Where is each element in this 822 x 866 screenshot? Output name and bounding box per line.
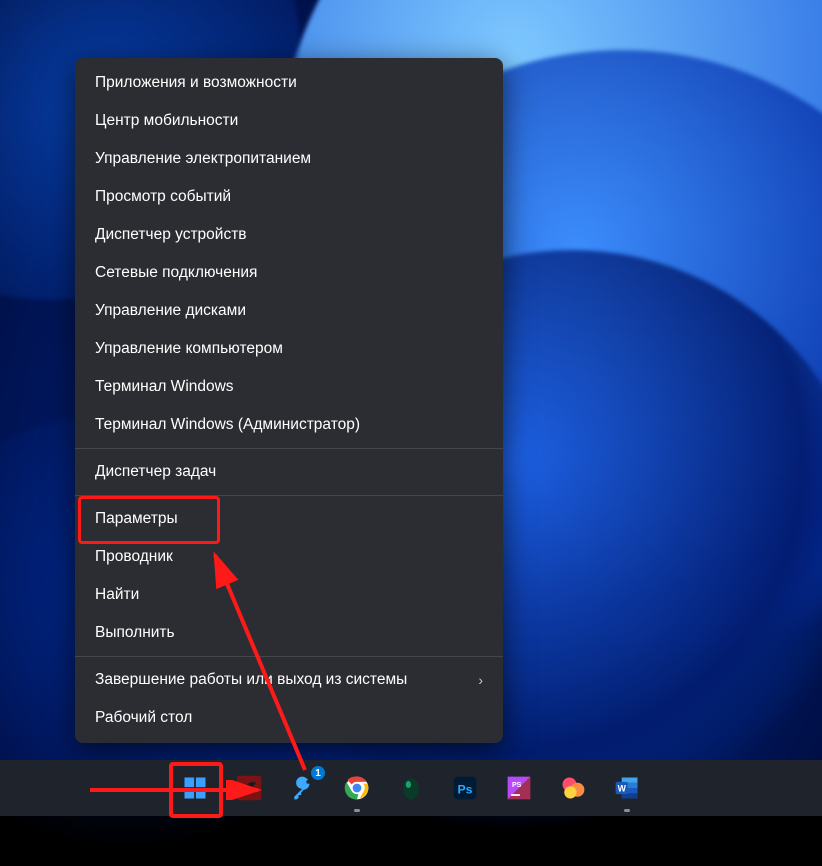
menu-item-завершение-работы-или-выход-из-системы[interactable]: Завершение работы или выход из системы ›: [75, 661, 503, 699]
menu-item-приложения-и-возможности[interactable]: Приложения и возможности: [75, 64, 503, 102]
menu-item-параметры[interactable]: Параметры: [75, 500, 503, 538]
chrome-icon: [343, 774, 371, 802]
menu-item-label: Терминал Windows (Администратор): [95, 416, 360, 434]
phpstorm-app[interactable]: PS: [499, 768, 539, 808]
menu-item-диспетчер-задач[interactable]: Диспетчер задач: [75, 453, 503, 491]
emerald-app[interactable]: [391, 768, 431, 808]
menu-item-label: Просмотр событий: [95, 188, 231, 206]
menu-item-label: Терминал Windows: [95, 378, 234, 396]
menu-item-label: Центр мобильности: [95, 112, 238, 130]
word-app[interactable]: W: [607, 768, 647, 808]
badge: 1: [311, 766, 325, 780]
menu-item-label: Диспетчер устройств: [95, 226, 247, 244]
menu-item-label: Управление компьютером: [95, 340, 283, 358]
menu-item-терминал-windows-(администратор)[interactable]: Терминал Windows (Администратор): [75, 406, 503, 444]
taskbar: 1 Ps PS W: [0, 760, 822, 816]
photoshop-icon: Ps: [451, 774, 479, 802]
svg-text:Ps: Ps: [458, 782, 473, 796]
menu-item-label: Управление электропитанием: [95, 150, 311, 168]
running-indicator: [624, 809, 630, 812]
menu-item-рабочий-стол[interactable]: Рабочий стол: [75, 699, 503, 737]
menu-item-label: Завершение работы или выход из системы: [95, 671, 407, 689]
running-indicator: [354, 809, 360, 812]
svg-text:PS: PS: [512, 782, 522, 789]
menu-divider: [75, 448, 503, 449]
menu-item-label: Диспетчер задач: [95, 463, 216, 481]
menu-item-label: Проводник: [95, 548, 173, 566]
menu-item-управление-компьютером[interactable]: Управление компьютером: [75, 330, 503, 368]
figma-app[interactable]: [553, 768, 593, 808]
menu-item-label: Найти: [95, 586, 139, 604]
menu-item-найти[interactable]: Найти: [75, 576, 503, 614]
passwords-app[interactable]: 1: [283, 768, 323, 808]
menu-item-label: Приложения и возможности: [95, 74, 297, 92]
menu-item-терминал-windows[interactable]: Терминал Windows: [75, 368, 503, 406]
menu-item-проводник[interactable]: Проводник: [75, 538, 503, 576]
egg-icon: [397, 774, 425, 802]
menu-item-label: Сетевые подключения: [95, 264, 257, 282]
menu-item-label: Выполнить: [95, 624, 175, 642]
blob-icon: [559, 774, 587, 802]
chevron-right-icon: ›: [478, 672, 483, 688]
chrome-app[interactable]: [337, 768, 377, 808]
menu-divider: [75, 656, 503, 657]
menu-item-label: Управление дисками: [95, 302, 246, 320]
menu-item-диспетчер-устройств[interactable]: Диспетчер устройств: [75, 216, 503, 254]
menu-item-управление-дисками[interactable]: Управление дисками: [75, 292, 503, 330]
menu-item-label: Рабочий стол: [95, 709, 192, 727]
menu-item-выполнить[interactable]: Выполнить: [75, 614, 503, 652]
parrot-app[interactable]: [229, 768, 269, 808]
menu-item-сетевые-подключения[interactable]: Сетевые подключения: [75, 254, 503, 292]
menu-divider: [75, 495, 503, 496]
menu-item-управление-электропитанием[interactable]: Управление электропитанием: [75, 140, 503, 178]
parrot-icon: [235, 774, 263, 802]
start-context-menu: Приложения и возможности Центр мобильност…: [75, 58, 503, 743]
phpstorm-icon: PS: [505, 774, 533, 802]
photoshop-app[interactable]: Ps: [445, 768, 485, 808]
svg-text:W: W: [618, 784, 627, 794]
windows-icon: [181, 774, 209, 802]
start-button[interactable]: [175, 768, 215, 808]
menu-item-просмотр-событий[interactable]: Просмотр событий: [75, 178, 503, 216]
menu-item-центр-мобильности[interactable]: Центр мобильности: [75, 102, 503, 140]
menu-item-label: Параметры: [95, 510, 178, 528]
word-icon: W: [613, 774, 641, 802]
